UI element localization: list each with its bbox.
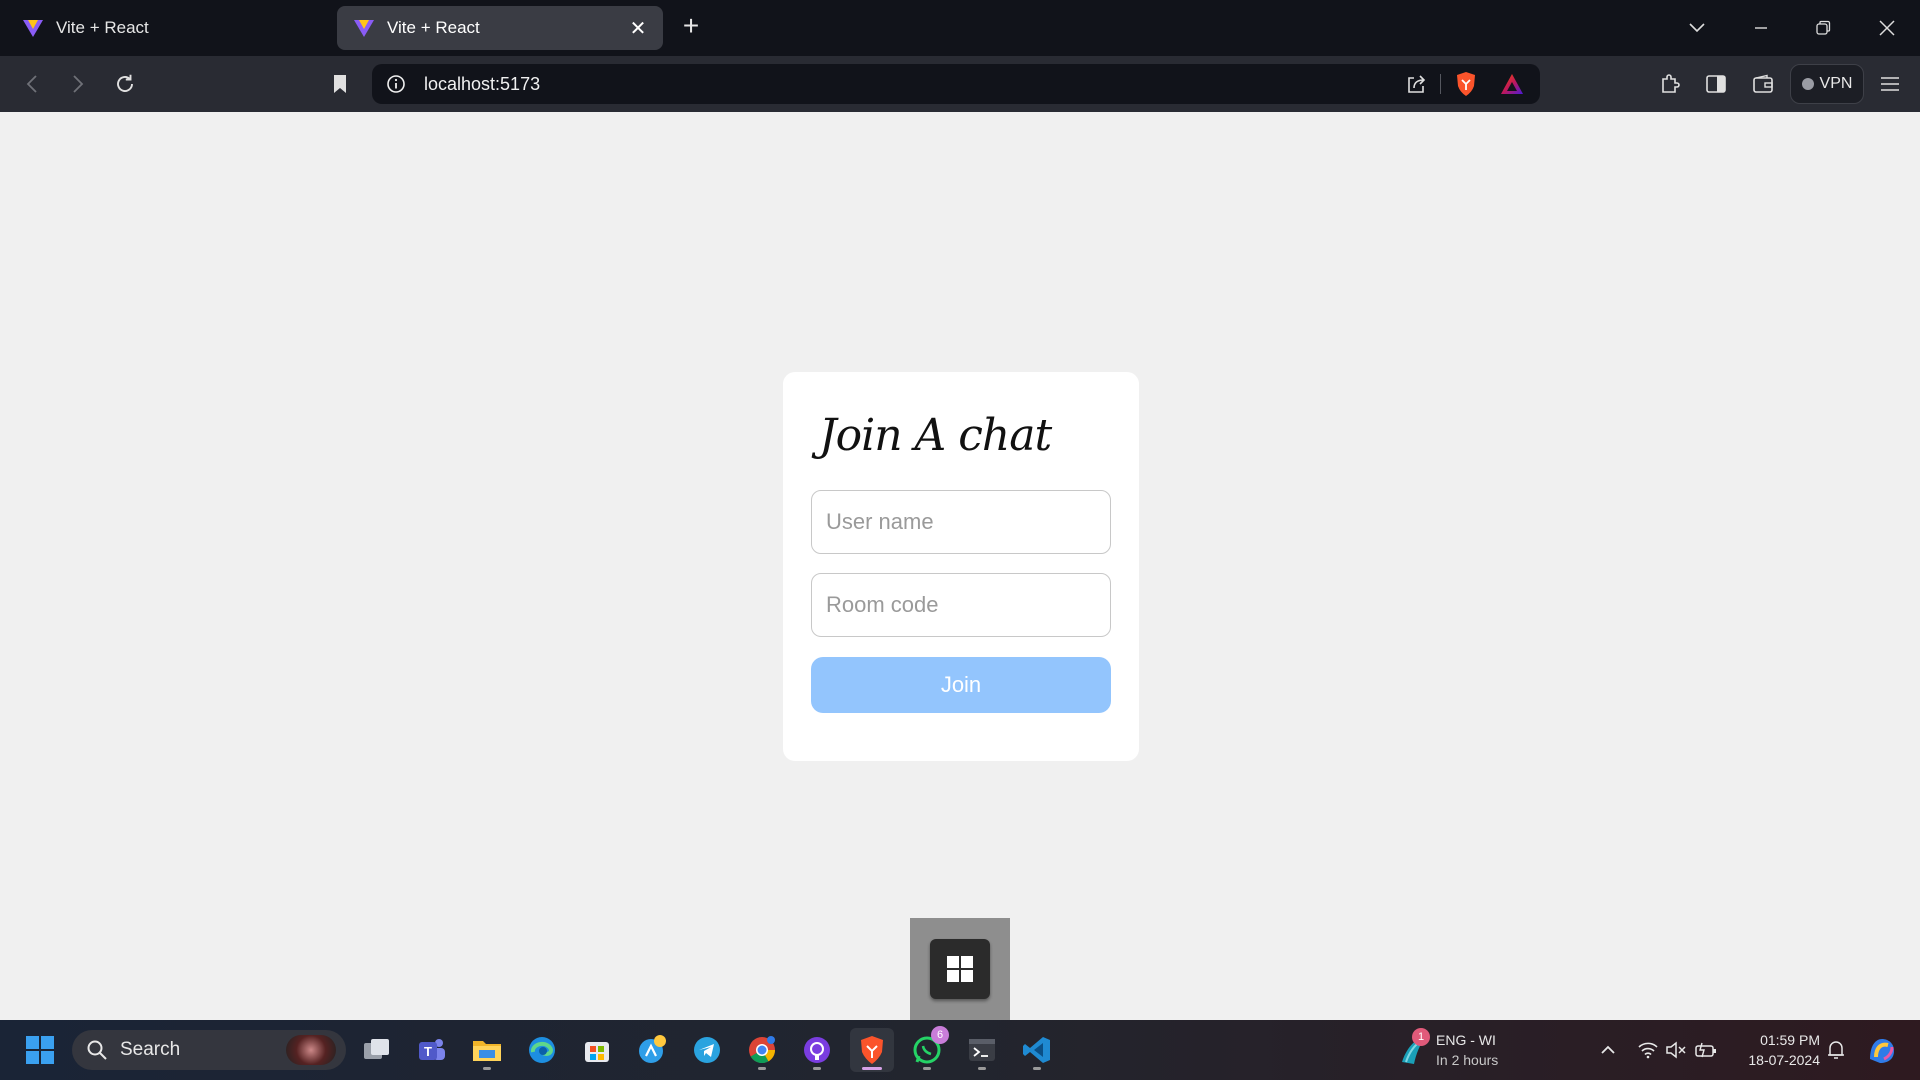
browser-toolbar: localhost:5173 VPN [0, 56, 1920, 112]
clock-date: 18-07-2024 [1748, 1052, 1820, 1068]
weather-title: ENG - WI [1436, 1032, 1496, 1048]
page-title: Join A chat [819, 410, 1052, 461]
search-label: Search [120, 1039, 181, 1060]
weather-widget[interactable]: 1 ENG - WI In 2 hours [1398, 1028, 1528, 1072]
whatsapp-icon[interactable]: 6 [905, 1026, 949, 1072]
tab-active[interactable]: Vite + React ✕ [337, 6, 663, 50]
system-clock[interactable]: 01:59 PM 18-07-2024 [1738, 1030, 1820, 1070]
omnibox-divider [1440, 74, 1441, 94]
brave-taskbar-icon[interactable] [850, 1028, 894, 1072]
join-chat-card: Join A chat Join [783, 372, 1139, 761]
restore-window-icon[interactable] [1805, 10, 1841, 46]
copilot-tray-icon[interactable] [1866, 1034, 1898, 1066]
vpn-status-icon [1801, 78, 1814, 90]
volume-muted-icon[interactable] [1664, 1038, 1688, 1062]
file-explorer-icon[interactable] [465, 1028, 509, 1072]
join-button[interactable]: Join [811, 657, 1111, 713]
bookmark-icon[interactable] [322, 66, 358, 102]
brave-rewards-icon[interactable] [1498, 70, 1526, 98]
reload-icon[interactable] [107, 66, 143, 102]
active-indicator [862, 1067, 882, 1070]
vite-favicon-icon [20, 15, 46, 41]
edge-icon[interactable] [520, 1028, 564, 1072]
vpn-button[interactable]: VPN [1790, 64, 1864, 104]
tab-title: Vite + React [387, 18, 480, 37]
site-info-icon[interactable] [382, 70, 410, 98]
running-indicator [483, 1067, 491, 1070]
terminal-icon[interactable] [960, 1028, 1004, 1072]
wallet-icon[interactable] [1745, 66, 1781, 102]
new-tab-button[interactable]: + [678, 12, 704, 42]
forward-icon[interactable] [60, 66, 96, 102]
taskbar-search[interactable]: Search [72, 1030, 346, 1070]
username-input[interactable] [811, 490, 1111, 554]
tab-strip: Vite + React Vite + React ✕ + [0, 0, 1920, 56]
microsoft-store-icon[interactable] [575, 1028, 619, 1072]
tab-inactive[interactable]: Vite + React [6, 6, 324, 50]
room-code-input[interactable] [811, 573, 1111, 637]
back-icon[interactable] [14, 66, 50, 102]
start-hover-preview [910, 918, 1010, 1020]
start-button[interactable] [18, 1028, 62, 1072]
vscode-icon[interactable] [1015, 1028, 1059, 1072]
github-desktop-icon[interactable] [795, 1028, 839, 1072]
battery-icon[interactable] [1694, 1038, 1718, 1062]
whatsapp-badge: 6 [931, 1026, 949, 1044]
minimize-window-icon[interactable] [1743, 10, 1779, 46]
tab-search-chevron-icon[interactable] [1679, 10, 1715, 46]
copilot-icon[interactable] [630, 1028, 674, 1072]
url-text[interactable]: localhost:5173 [424, 74, 540, 95]
search-highlight-image [286, 1035, 336, 1065]
chrome-icon[interactable] [740, 1028, 784, 1072]
share-icon[interactable] [1402, 70, 1430, 98]
wifi-icon[interactable] [1636, 1038, 1660, 1062]
running-indicator [1033, 1067, 1041, 1070]
vpn-label: VPN [1819, 75, 1853, 92]
close-tab-icon[interactable]: ✕ [627, 17, 649, 40]
weather-subtitle: In 2 hours [1436, 1052, 1499, 1068]
sidebar-icon[interactable] [1698, 66, 1734, 102]
address-bar[interactable]: localhost:5173 [372, 64, 1540, 104]
search-icon [87, 1040, 107, 1060]
close-window-icon[interactable] [1869, 10, 1905, 46]
weather-alert-badge: 1 [1412, 1028, 1430, 1046]
telegram-icon[interactable] [685, 1028, 729, 1072]
teams-icon[interactable]: T [410, 1028, 454, 1072]
windows-logo-icon [930, 939, 990, 999]
running-indicator [813, 1067, 821, 1070]
running-indicator [923, 1067, 931, 1070]
extensions-icon[interactable] [1652, 66, 1688, 102]
running-indicator [758, 1067, 766, 1070]
windows-start-icon [26, 1036, 54, 1064]
vite-favicon-icon [351, 15, 377, 41]
task-view-icon[interactable] [355, 1028, 399, 1072]
clock-time: 01:59 PM [1760, 1032, 1820, 1048]
menu-icon[interactable] [1872, 66, 1908, 102]
running-indicator [978, 1067, 986, 1070]
tab-title: Vite + React [56, 18, 149, 37]
brave-shields-icon[interactable] [1452, 70, 1480, 98]
taskbar: Search T 6 1 ENG - WI In 2 hours 01:59 P… [0, 1020, 1920, 1080]
notification-icon[interactable] [1824, 1038, 1848, 1062]
chevron-up-icon[interactable] [1596, 1038, 1620, 1062]
svg-text:T: T [424, 1044, 432, 1059]
